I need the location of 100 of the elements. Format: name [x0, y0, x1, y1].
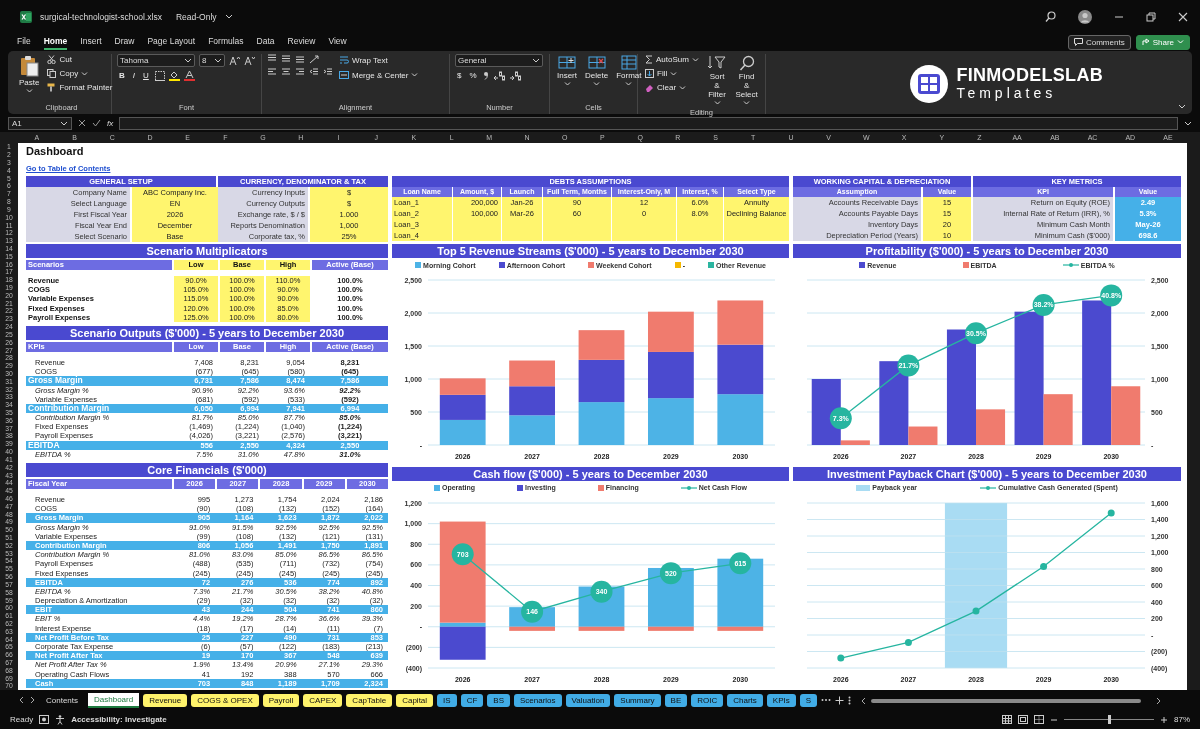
menu-tab[interactable]: Formulas: [208, 34, 244, 50]
borders-icon[interactable]: [154, 70, 165, 81]
slider-thumb[interactable]: [1108, 715, 1111, 724]
sheet-tab[interactable]: IS: [437, 693, 457, 707]
more-sheets-icon[interactable]: [821, 698, 832, 702]
menu-tab[interactable]: Draw: [114, 34, 135, 50]
sheet-tab[interactable]: BS: [487, 693, 510, 707]
search-icon[interactable]: [1045, 11, 1056, 22]
read-only-label[interactable]: Read-Only: [175, 11, 217, 22]
number-format-field[interactable]: General: [455, 54, 543, 67]
sheet-tab[interactable]: Contents: [40, 693, 85, 707]
caret-icon[interactable]: [224, 13, 233, 20]
format-painter-button[interactable]: Format Painter: [45, 82, 115, 93]
vertical-scrollbar[interactable]: [1187, 143, 1200, 690]
fill-color-icon[interactable]: [168, 70, 180, 81]
menu-tab[interactable]: Data: [256, 34, 275, 50]
sheet-tab[interactable]: Valuation: [565, 693, 611, 707]
menu-tab[interactable]: View: [328, 34, 347, 50]
increase-font-icon[interactable]: [229, 55, 240, 66]
bold-button[interactable]: B: [117, 70, 127, 81]
previous-sheet-icon[interactable]: [18, 696, 25, 704]
caret-icon[interactable]: [214, 57, 222, 64]
insert-cells-button[interactable]: Insert: [555, 54, 579, 88]
sheet-tab[interactable]: S: [799, 693, 818, 707]
collapse-ribbon-icon[interactable]: [1178, 104, 1186, 110]
align-right-icon[interactable]: [295, 67, 305, 77]
enter-icon[interactable]: [92, 119, 101, 127]
clear-button[interactable]: Clear: [643, 82, 701, 93]
formula-input[interactable]: [119, 116, 1178, 130]
horizontal-scrollbar[interactable]: [861, 697, 1162, 705]
share-button[interactable]: Share: [1135, 34, 1190, 50]
comma-style-icon[interactable]: [482, 71, 489, 80]
align-center-icon[interactable]: [281, 67, 291, 77]
macro-record-icon[interactable]: [39, 715, 50, 724]
sheet-tab[interactable]: CAPEX: [303, 693, 343, 707]
menu-tab[interactable]: File: [17, 34, 31, 50]
find-select-button[interactable]: Find & Select: [733, 54, 760, 107]
sort-filter-button[interactable]: Sort & Filter: [704, 54, 730, 107]
font-size-field[interactable]: 8: [199, 54, 225, 67]
merge-center-button[interactable]: Merge & Center: [337, 69, 421, 81]
underline-button[interactable]: U: [141, 70, 151, 81]
accessibility-icon[interactable]: [55, 714, 66, 725]
add-sheet-icon[interactable]: [835, 695, 845, 705]
decrease-indent-icon[interactable]: [309, 67, 319, 77]
caret-icon[interactable]: [184, 57, 192, 64]
format-cells-button[interactable]: Format: [614, 54, 644, 88]
caret-icon[interactable]: [1184, 119, 1192, 127]
align-bottom-icon[interactable]: [295, 54, 305, 64]
maximize-icon[interactable]: [1146, 11, 1156, 22]
insert-function-button[interactable]: fx: [107, 118, 114, 128]
next-sheet-icon[interactable]: [29, 696, 36, 704]
caret-icon[interactable]: [60, 119, 68, 127]
align-top-icon[interactable]: [267, 54, 277, 64]
name-box[interactable]: A1: [8, 116, 72, 130]
cut-button[interactable]: Cut: [45, 54, 115, 65]
font-color-icon[interactable]: [183, 70, 195, 81]
caret-icon[interactable]: [532, 57, 540, 64]
sheet-tab[interactable]: Revenue: [143, 693, 188, 707]
zoom-in-icon[interactable]: [1160, 715, 1168, 724]
sheet-tab[interactable]: Scenarios: [514, 693, 562, 707]
comments-button[interactable]: Comments: [1067, 34, 1131, 50]
sheet-tab[interactable]: COGS & OPEX: [191, 693, 259, 707]
align-middle-icon[interactable]: [281, 54, 291, 64]
menu-tab[interactable]: Review: [287, 34, 316, 50]
sheet-tab[interactable]: Capital: [396, 693, 434, 707]
zoom-level[interactable]: 87%: [1174, 715, 1190, 724]
wrap-text-button[interactable]: Wrap Text: [337, 54, 421, 66]
menu-tab[interactable]: Insert: [80, 34, 102, 50]
sheet-tab[interactable]: CF: [460, 693, 484, 707]
zoom-slider[interactable]: [1064, 715, 1154, 724]
accessibility-status[interactable]: Accessibility: Investigate: [71, 715, 167, 724]
sheet-tab[interactable]: ROIC: [691, 693, 724, 707]
close-icon[interactable]: [1178, 11, 1188, 22]
italic-button[interactable]: I: [130, 70, 137, 81]
page-break-icon[interactable]: [1034, 715, 1044, 724]
decrease-decimal-icon[interactable]: [508, 70, 521, 81]
autosum-button[interactable]: AutoSum: [643, 54, 701, 65]
decrease-font-icon[interactable]: [244, 55, 255, 66]
align-left-icon[interactable]: [267, 67, 277, 77]
more-options-icon[interactable]: [848, 695, 852, 705]
increase-decimal-icon[interactable]: [492, 70, 505, 81]
increase-indent-icon[interactable]: [323, 67, 333, 77]
text-orientation-icon[interactable]: [309, 54, 321, 64]
paste-button[interactable]: Paste: [17, 54, 42, 95]
sheet-tab[interactable]: Summary: [614, 693, 661, 707]
number-format-button[interactable]: $: [455, 70, 464, 81]
delete-cells-button[interactable]: Delete: [583, 54, 611, 88]
cancel-icon[interactable]: [78, 119, 86, 127]
sheet-tab[interactable]: CapTable: [346, 693, 393, 707]
sheet-tab[interactable]: Dashboard: [88, 692, 140, 708]
menu-tab[interactable]: Page Layout: [147, 34, 196, 50]
font-name-field[interactable]: Tahoma: [117, 54, 195, 67]
sheet-tab[interactable]: KPIs: [766, 693, 796, 707]
number-format-button[interactable]: %: [467, 70, 479, 81]
sheet-tab[interactable]: BE: [664, 693, 688, 707]
normal-view-icon[interactable]: [1002, 715, 1012, 724]
sheet-tab[interactable]: Payroll: [262, 693, 300, 707]
sheet-tab[interactable]: Charts: [727, 693, 763, 707]
copy-button[interactable]: Copy: [45, 68, 115, 79]
fill-button[interactable]: Fill: [643, 68, 701, 79]
